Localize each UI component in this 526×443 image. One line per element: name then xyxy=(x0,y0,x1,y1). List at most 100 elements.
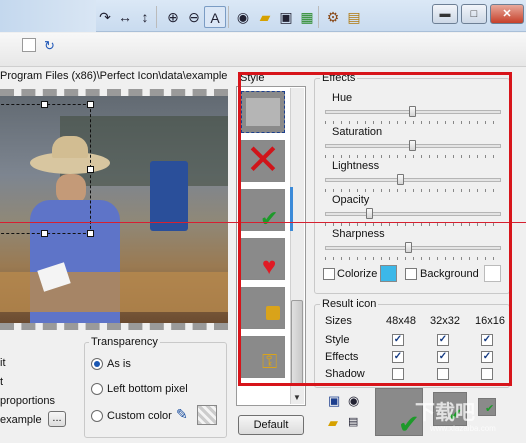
saturation-slider-knob[interactable] xyxy=(409,140,416,151)
palette-icon[interactable]: ▦ xyxy=(296,6,318,28)
preview-eye-icon[interactable]: ◉ xyxy=(348,393,359,409)
preview-eye-icon[interactable]: ◉ xyxy=(232,6,254,28)
minimize-button[interactable]: ▬ xyxy=(432,4,458,24)
undo-icon[interactable] xyxy=(22,38,36,52)
eyedropper-icon[interactable]: ✎ xyxy=(176,406,188,423)
settings-icon[interactable]: ⚙ xyxy=(322,6,344,28)
lightness-slider[interactable] xyxy=(325,178,501,182)
sharpness-ticks xyxy=(325,257,501,260)
shadow-row-label: Shadow xyxy=(325,368,365,380)
shadow-32-checkbox[interactable] xyxy=(437,368,449,380)
hue-label: Hue xyxy=(332,92,353,104)
effects-row-label: Effects xyxy=(325,351,359,363)
effects-16-checkbox[interactable]: ✓ xyxy=(481,351,493,363)
style-item-cross[interactable]: ✕ xyxy=(241,140,285,182)
style-item-key[interactable]: ⚿ xyxy=(241,336,285,378)
hue-ticks xyxy=(325,121,501,124)
option-label: proportions xyxy=(0,395,56,407)
flip-horizontal-icon[interactable]: ↔ xyxy=(114,6,136,28)
lightness-slider-knob[interactable] xyxy=(397,174,404,185)
radio-as-is-label: As is xyxy=(107,358,131,370)
radio-as-is[interactable] xyxy=(91,358,103,370)
opacity-label: Opacity xyxy=(332,194,370,206)
effects-48-checkbox[interactable]: ✓ xyxy=(392,351,404,363)
sharpness-slider[interactable] xyxy=(325,246,501,250)
toolbar-separator xyxy=(228,6,229,28)
effects-title: Effects xyxy=(320,72,358,84)
size-16-label: 16x16 xyxy=(475,315,505,327)
saturation-label: Saturation xyxy=(332,126,383,138)
style-title: Style xyxy=(240,72,265,84)
toolbar xyxy=(0,33,526,67)
shadow-48-checkbox[interactable] xyxy=(392,368,404,380)
colorize-checkbox[interactable] xyxy=(323,268,335,280)
key-icon: ⚿ xyxy=(262,351,278,373)
lock-icon xyxy=(266,306,280,320)
style-selection-indicator xyxy=(290,187,293,231)
selection-handle[interactable] xyxy=(87,166,94,173)
save-icon[interactable]: ▣ xyxy=(275,6,297,28)
selection-rectangle[interactable] xyxy=(0,104,91,234)
sizes-label: Sizes xyxy=(325,315,352,327)
selection-handle[interactable] xyxy=(87,101,94,108)
lightness-label: Lightness xyxy=(332,160,380,172)
background-color-swatch[interactable] xyxy=(484,265,501,282)
maximize-button[interactable]: □ xyxy=(461,4,487,24)
style-item-lock[interactable] xyxy=(241,287,285,329)
redo-icon[interactable]: ↻ xyxy=(44,38,55,54)
radio-left-bottom-pixel[interactable] xyxy=(91,383,103,395)
rotate-icon[interactable]: ↷ xyxy=(94,6,116,28)
opacity-slider[interactable] xyxy=(325,212,501,216)
colorize-color-swatch[interactable] xyxy=(380,265,397,282)
opacity-slider-knob[interactable] xyxy=(366,208,373,219)
flip-vertical-icon[interactable]: ↕ xyxy=(134,6,156,28)
red-cross-icon: ✕ xyxy=(245,140,281,182)
save-icon[interactable]: ▣ xyxy=(328,393,340,409)
radio-left-bottom-pixel-label: Left bottom pixel xyxy=(107,383,188,395)
radio-custom-color-label: Custom color xyxy=(107,410,172,422)
option-label: t xyxy=(0,376,4,388)
saturation-ticks xyxy=(325,155,501,158)
shadow-16-checkbox[interactable] xyxy=(481,368,493,380)
default-button[interactable]: Default xyxy=(238,415,304,435)
scroll-down-icon[interactable]: ▼ xyxy=(293,393,301,402)
book-icon[interactable]: ▤ xyxy=(343,6,365,28)
background-label: Background xyxy=(420,268,479,280)
zoom-out-icon[interactable]: ⊖ xyxy=(183,6,205,28)
hue-slider-knob[interactable] xyxy=(409,106,416,117)
sharpness-label: Sharpness xyxy=(332,228,385,240)
scrollbar-thumb[interactable] xyxy=(291,300,303,385)
selection-handle[interactable] xyxy=(41,101,48,108)
app-icon-area xyxy=(0,0,96,32)
text-tool-icon[interactable]: A xyxy=(204,6,226,28)
watermark-url: www.xiazaiba.com xyxy=(430,424,496,433)
size-48-label: 48x48 xyxy=(386,315,416,327)
heart-icon: ♥ xyxy=(262,253,277,280)
green-check-icon: ✔ xyxy=(485,403,495,415)
folder-icon[interactable]: ▰ xyxy=(328,415,338,431)
folder-icon[interactable]: ▰ xyxy=(254,6,276,28)
zoom-in-icon[interactable]: ⊕ xyxy=(162,6,184,28)
export-icon[interactable]: ▤ xyxy=(348,415,358,428)
watermark: 下载吧 xyxy=(415,402,475,424)
close-button[interactable]: ✕ xyxy=(490,4,524,24)
browse-button[interactable]: ... xyxy=(48,411,66,427)
custom-color-swatch[interactable] xyxy=(197,405,217,425)
selection-handle[interactable] xyxy=(87,230,94,237)
transparency-title: Transparency xyxy=(89,336,160,348)
sharpness-slider-knob[interactable] xyxy=(405,242,412,253)
option-label: example xyxy=(0,414,42,426)
toolbar-separator xyxy=(156,6,157,28)
file-path: Program Files (x86)\Perfect Icon\data\ex… xyxy=(0,70,228,82)
style-32-checkbox[interactable]: ✓ xyxy=(437,334,449,346)
style-item-check[interactable]: ✔ xyxy=(241,189,285,231)
radio-custom-color[interactable] xyxy=(91,410,103,422)
effects-32-checkbox[interactable]: ✓ xyxy=(437,351,449,363)
style-16-checkbox[interactable]: ✓ xyxy=(481,334,493,346)
result-icon-title: Result icon xyxy=(320,298,379,310)
style-item-plain[interactable] xyxy=(241,91,285,133)
background-checkbox[interactable] xyxy=(405,268,417,280)
style-item-heart[interactable]: ♥ xyxy=(241,238,285,280)
selection-handle[interactable] xyxy=(41,230,48,237)
style-48-checkbox[interactable]: ✓ xyxy=(392,334,404,346)
